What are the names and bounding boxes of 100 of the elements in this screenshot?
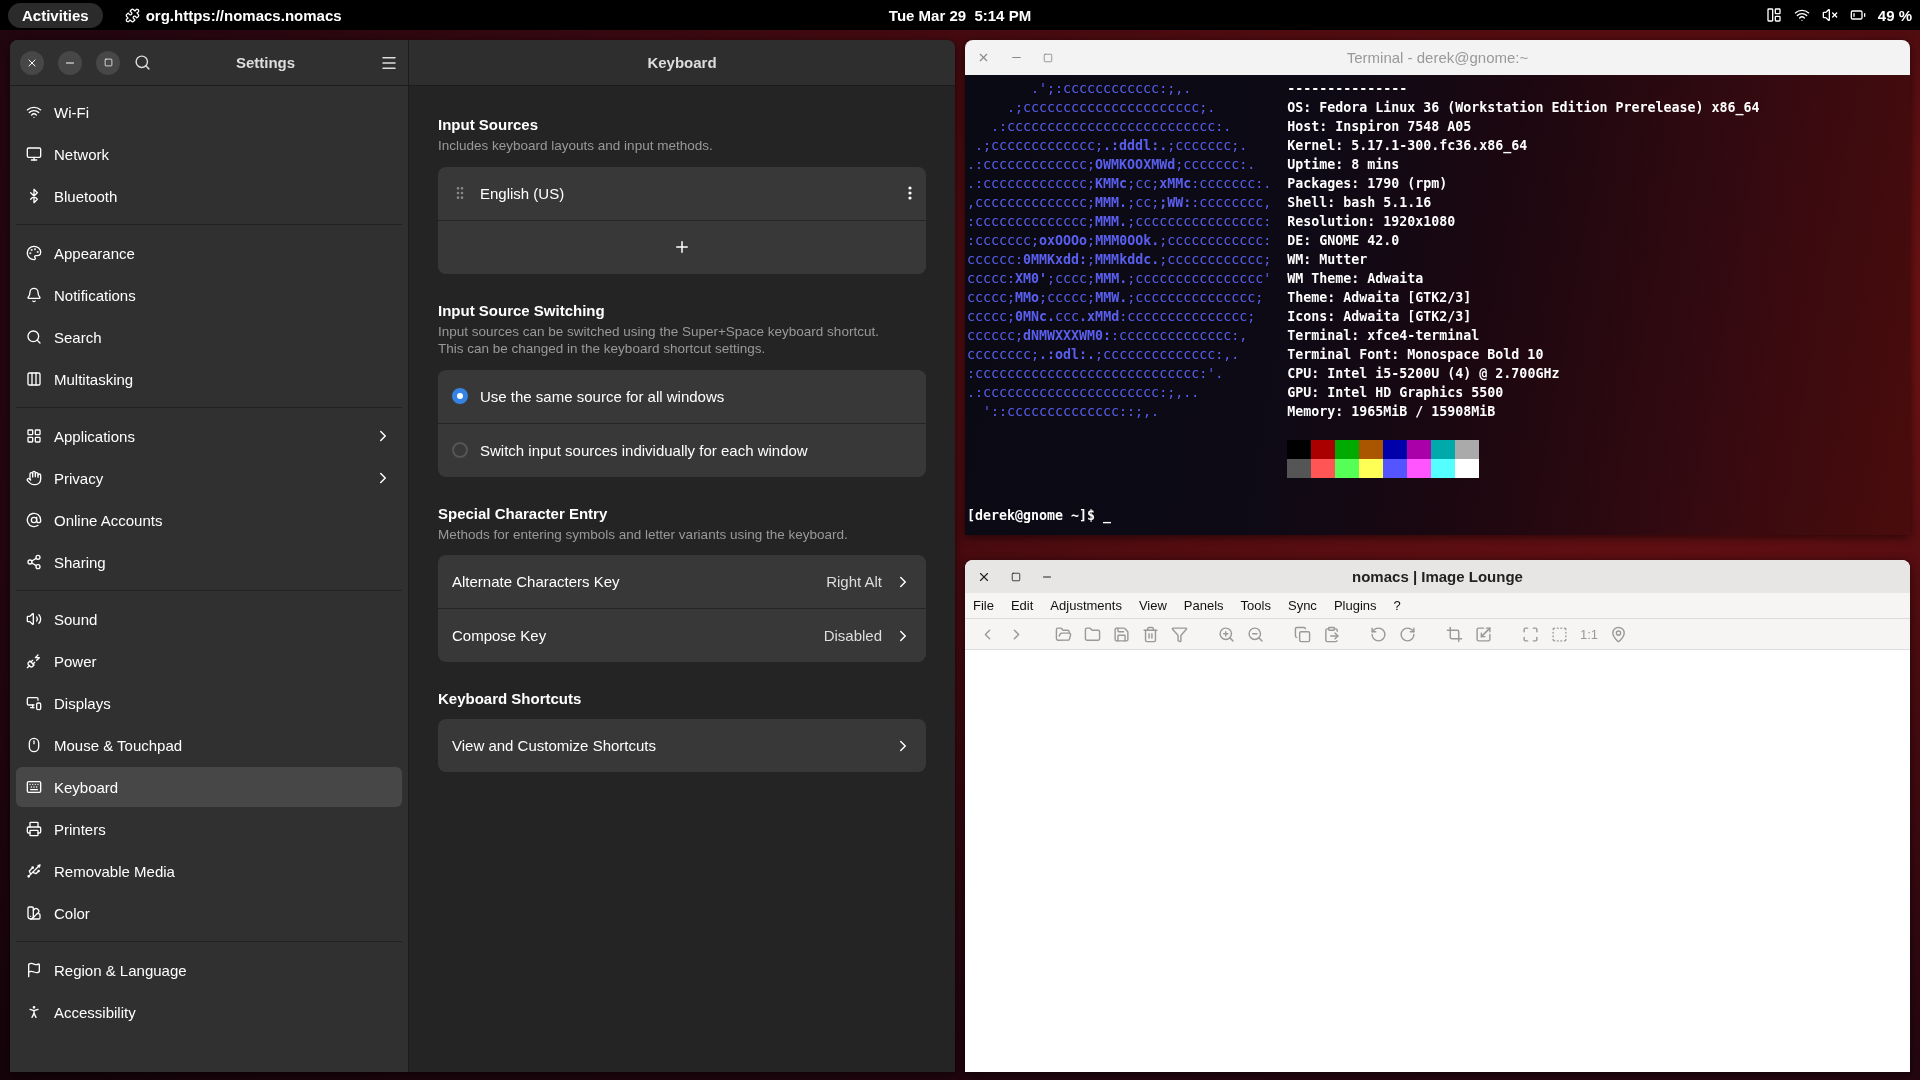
sidebar-item[interactable]: Notifications [16, 275, 402, 315]
palette-icon [26, 245, 42, 261]
radio-button[interactable] [452, 442, 468, 459]
ascii-art-line: .:ccccccccccccc;OWMKOOXMWd;ccccccc:. [967, 156, 1257, 174]
computer-icon [26, 146, 42, 162]
person-icon [26, 1004, 42, 1020]
folder-open-icon [1055, 625, 1072, 643]
activities-button[interactable]: Activities [8, 2, 103, 28]
setting-row[interactable]: Compose Key Disabled [438, 608, 926, 663]
section-description: Includes keyboard layouts and input methods. [438, 137, 714, 155]
layout-icon [1765, 7, 1782, 23]
menu-item[interactable]: Sync [1287, 598, 1317, 613]
sidebar-item[interactable]: Power [16, 641, 402, 681]
clock[interactable]: Tue Mar 29 5:14 PM [888, 6, 1032, 24]
menu-item[interactable]: Tools [1240, 598, 1271, 613]
sidebar-item[interactable]: Sound [16, 599, 402, 639]
setting-row[interactable]: View and Customize Shortcuts [438, 719, 926, 773]
setting-row[interactable]: Alternate Characters Key Right Alt [438, 555, 926, 609]
ascii-art-line: cccccccc;.:odl:.;cccccccccccccc:,. [967, 346, 1241, 364]
info-line: Host: Inspiron 7548 A05 [1287, 118, 1473, 136]
ascii-art-line: .;ccccccccccccc;.:dddl:.;ccccccc;. [974, 137, 1249, 155]
ascii-art-line: ccccc;0MNc.ccc.xMMd:ccccccccccccccc; [967, 308, 1257, 326]
rotate-left-icon [1370, 625, 1387, 643]
section-heading: Special Character Entry [438, 504, 609, 522]
sidebar-item[interactable]: Wi-Fi [16, 92, 402, 132]
paste-icon [1323, 625, 1340, 643]
close-button[interactable] [20, 50, 44, 75]
wifi-icon [26, 104, 42, 120]
zoom-in-icon [1218, 625, 1235, 643]
radio-option[interactable]: Use the same source for all windows [438, 369, 926, 423]
sidebar-item[interactable]: Appearance [16, 233, 402, 273]
menu-item[interactable]: ? [1393, 598, 1401, 613]
wifi-icon [1793, 7, 1810, 23]
sidebar-item[interactable]: Displays [16, 683, 402, 723]
menu-item[interactable]: View [1138, 598, 1167, 613]
more-icon[interactable] [908, 186, 912, 201]
sidebar-item[interactable]: Region & Language [16, 950, 402, 990]
radio-option[interactable]: Switch input sources individually for each window [438, 422, 926, 477]
at-sign-icon [26, 512, 42, 528]
sidebar-item[interactable]: Privacy [16, 458, 402, 498]
info-line: Resolution: 1920x1080 [1287, 213, 1457, 231]
trash-icon [1142, 625, 1159, 643]
add-input-source-button[interactable] [438, 219, 926, 274]
info-line: Uptime: 8 mins [1287, 156, 1401, 174]
menu-item[interactable]: Plugins [1333, 598, 1377, 613]
maximize-button[interactable] [96, 50, 120, 75]
sidebar-item[interactable]: Network [16, 134, 402, 174]
info-line: CPU: Intel i5-5200U (4) @ 2.700GHz [1287, 365, 1561, 383]
battery-level[interactable]: 49 % [1877, 6, 1912, 24]
ascii-art-line: ccccc:XM0';cccc;MMM.;cccccccccccccccc' [967, 270, 1273, 288]
app-name[interactable]: org.https://nomacs.nomacs [145, 6, 342, 24]
battery-icon [1849, 7, 1866, 23]
info-line: WM Theme: Adwaita [1287, 270, 1425, 288]
ascii-art-line: .:cccccccccccccccccccccccccc:. [990, 118, 1233, 136]
ascii-art-line: '::cccccccccccccc::;,. [982, 403, 1161, 421]
info-line: Shell: bash 5.1.16 [1287, 194, 1433, 212]
ascii-art-line: :cccccccccccccccccccccccccccc:'. [967, 365, 1225, 383]
section-heading: Input Sources [438, 116, 539, 133]
keyboard-icon [26, 779, 42, 795]
ascii-art-line: .;cccccccccccccccccccccc;. [1006, 99, 1217, 117]
info-line: Terminal: xfce4-terminal [1287, 327, 1481, 345]
sidebar-item[interactable]: Printers [16, 809, 402, 849]
radio-button[interactable] [452, 388, 468, 405]
flag-icon [26, 962, 42, 978]
sidebar-item[interactable]: Applications [16, 416, 402, 456]
info-line: Kernel: 5.17.1-300.fc36.x86_64 [1287, 137, 1529, 155]
app-icon [124, 7, 140, 23]
section-description: Methods for entering symbols and letter variants using the keyboard. [438, 525, 849, 544]
sidebar-item[interactable]: Mouse & Touchpad [16, 725, 402, 765]
hand-icon [26, 470, 42, 486]
frame-icon [1551, 625, 1568, 643]
menu-item[interactable]: Edit [1010, 598, 1034, 613]
menu-item[interactable]: Adjustments [1050, 598, 1122, 613]
plug-icon [26, 653, 42, 669]
usb-icon [26, 863, 42, 879]
sidebar-item[interactable]: Keyboard [16, 767, 402, 807]
folder-icon [1084, 625, 1101, 643]
sidebar-item[interactable]: Bluetooth [16, 176, 402, 216]
maximize-icon [1043, 52, 1053, 63]
info-line: WM: Mutter [1287, 251, 1369, 269]
pin-icon [1610, 625, 1628, 643]
input-source-row[interactable]: English (US) [438, 166, 926, 220]
sidebar-item[interactable]: Removable Media [16, 851, 402, 891]
menu-item[interactable]: Panels [1183, 598, 1224, 613]
minimize-button[interactable] [58, 50, 82, 75]
bell-icon [26, 287, 42, 303]
sidebar-item[interactable]: Accessibility [16, 992, 402, 1032]
search-icon [26, 329, 42, 345]
resize-icon [1475, 625, 1492, 643]
sidebar-item[interactable]: Multitasking [16, 359, 402, 399]
sidebar-item[interactable]: Online Accounts [16, 500, 402, 540]
ascii-art-line: cccccc;dNMWXXXWM0::cccccccccccccc:, [967, 327, 1249, 345]
sidebar-item[interactable]: Search [16, 317, 402, 357]
speaker-icon [26, 611, 42, 627]
maximize-icon [103, 58, 113, 67]
window-title: Settings [234, 54, 297, 71]
menu-item[interactable]: File [973, 598, 994, 613]
swatch-icon [26, 905, 42, 921]
sidebar-item[interactable]: Sharing [16, 542, 402, 582]
sidebar-item[interactable]: Color [16, 893, 402, 933]
